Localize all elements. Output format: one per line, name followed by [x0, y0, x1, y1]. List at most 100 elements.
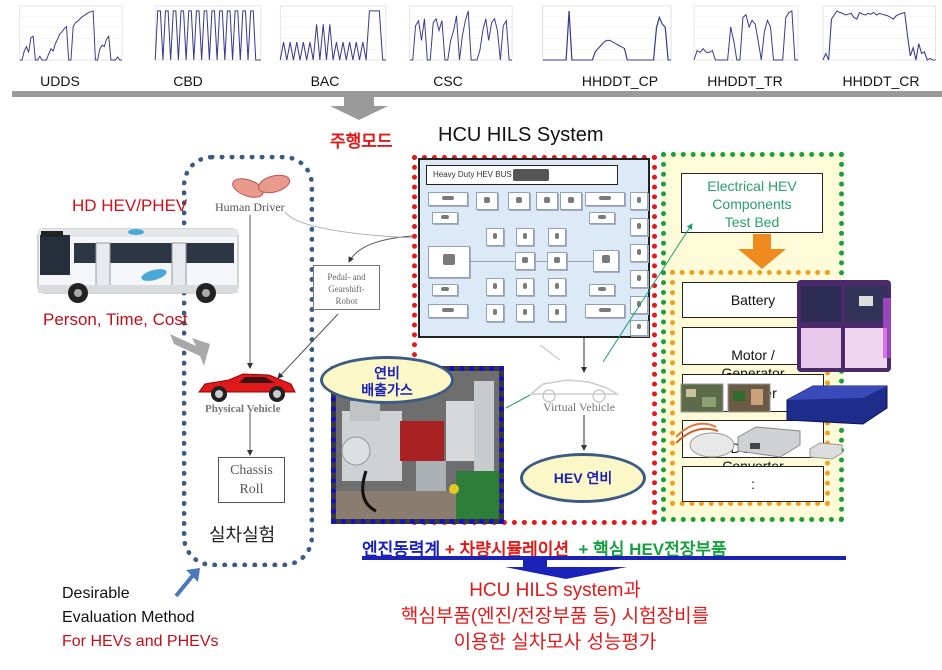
model-block: [428, 192, 468, 206]
pedal-gearshift-robot-box: Pedal- and Gearshift- Robot: [313, 265, 380, 310]
model-block: [548, 278, 566, 296]
plot-frame: [822, 5, 936, 61]
plot-frame: [279, 5, 387, 61]
model-block: [548, 228, 566, 246]
plot-frame: [542, 5, 672, 61]
component-more: :: [682, 466, 824, 502]
person-time-cost-label: Person, Time, Cost: [43, 310, 188, 329]
controller-board-image: [680, 383, 724, 413]
model-block: [428, 304, 468, 318]
hev-fuel-economy-callout: HEV 연비: [520, 453, 646, 503]
hils-system-title: HCU HILS System: [438, 124, 604, 146]
gray-arrow-icon: [170, 334, 210, 366]
virtual-vehicle-label: Virtual Vehicle: [543, 400, 616, 414]
chassis-roll-box: Chassis Roll: [218, 457, 285, 503]
human-hands-icon: [232, 174, 291, 198]
callout-line: 배출가스: [361, 382, 413, 398]
model-block: [536, 192, 558, 210]
robot-line: Gearshift-: [328, 284, 365, 294]
cycle-divider-bar: [12, 91, 942, 97]
cycle-chart-hhddt-cp: [528, 2, 676, 70]
model-block: [630, 320, 648, 336]
cycle-chart-hhddt-tr: [682, 2, 802, 70]
cycle-chart-udds: [8, 2, 126, 70]
down-arrow-icon: [753, 234, 771, 250]
model-block: [486, 278, 504, 296]
down-arrow-icon: [344, 97, 374, 106]
model-block: [432, 284, 458, 296]
model-block: [486, 304, 504, 322]
note-line: Evaluation Method: [62, 609, 195, 626]
model-block: [630, 218, 648, 236]
model-block: [589, 212, 615, 224]
down-arrow-icon: [330, 106, 388, 120]
model-block: [547, 252, 567, 270]
engine-model-block: [428, 246, 470, 278]
physical-car-icon: [198, 373, 296, 402]
robot-line: Pedal- and: [327, 272, 366, 282]
cycle-svg: [693, 5, 799, 61]
model-block: [560, 192, 582, 210]
conclusion-line: HCU HILS system과: [469, 580, 641, 601]
model-block: [476, 192, 498, 210]
model-block: [486, 228, 504, 246]
cycle-svg: [822, 5, 936, 61]
model-block: [630, 244, 648, 262]
converter-image: [737, 426, 801, 458]
hils-panel-header: Heavy Duty HEV BUS: [426, 165, 618, 185]
model-block: [585, 192, 625, 206]
real-vehicle-test-label: 실차실험: [209, 525, 276, 545]
model-block: [630, 270, 648, 288]
cycle-chart-csc: [398, 2, 516, 70]
cycle-label: HHDDT_TR: [707, 73, 783, 89]
hils-panel-title: Heavy Duty HEV BUS: [433, 170, 512, 179]
conclusion-text: HCU HILS system과 핵심부품(엔진/전장부품 등) 시험장비를 이…: [330, 578, 780, 656]
callout-line: 연비: [374, 365, 400, 381]
model-block: [548, 304, 566, 322]
model-block: [516, 304, 534, 322]
fuel-emission-callout: 연비 배출가스: [320, 356, 454, 404]
plot-frame: [19, 5, 123, 61]
title-line: Test Bed: [724, 214, 780, 230]
battery-tester-image: [797, 280, 891, 372]
driving-mode-label: 주행모드: [330, 132, 393, 151]
cycle-label: CSC: [433, 73, 463, 89]
cycle-svg: [409, 5, 513, 61]
cycle-label: CBD: [173, 73, 203, 89]
hd-hev-phev-label: HD HEV/PHEV: [72, 196, 188, 215]
controller-board-image: [727, 383, 771, 413]
down-arrow-icon: [738, 249, 786, 269]
cycle-label: BAC: [310, 73, 340, 89]
model-block: [432, 212, 458, 224]
model-block: [589, 284, 615, 296]
cycle-chart-hhddt-cr: [810, 2, 940, 70]
component-label: :: [751, 476, 755, 492]
model-block: [593, 250, 619, 272]
cycle-svg: [154, 5, 262, 61]
cycle-label: HHDDT_CP: [581, 73, 659, 89]
hils-model-panel: Heavy Duty HEV BUS: [418, 158, 650, 338]
cycle-svg: [279, 5, 387, 61]
human-driver-label: Human Driver: [215, 200, 285, 214]
cycle-label: HHDDT_CR: [842, 73, 920, 89]
model-block: [515, 252, 535, 270]
model-block: [516, 278, 534, 296]
chassis-line: Roll: [239, 482, 264, 497]
conclusion-line: 핵심부품(엔진/전장부품 등) 시험장비를: [400, 606, 710, 627]
battery-pack-image: [786, 385, 888, 425]
conclusion-line: 이용한 실차모사 성능평가: [453, 632, 657, 653]
cycle-svg: [19, 5, 123, 61]
motor-image: [676, 422, 735, 458]
component-label: Battery: [730, 292, 776, 308]
chassis-line: Chassis: [230, 463, 273, 478]
bus-thumbnail-icon: [513, 169, 549, 181]
cycle-chart-bac: [268, 2, 390, 70]
sensor-module-image: [809, 442, 843, 460]
physical-vehicle-label: Physical Vehicle: [205, 403, 281, 415]
model-block: [585, 304, 625, 318]
cycle-label: UDDS: [40, 73, 80, 89]
cycle-svg: [542, 5, 672, 61]
caption-underline: [362, 556, 846, 560]
pointer-arrow-icon: [174, 568, 200, 598]
electrical-test-bed-title: Electrical HEV Components Test Bed: [681, 173, 823, 233]
